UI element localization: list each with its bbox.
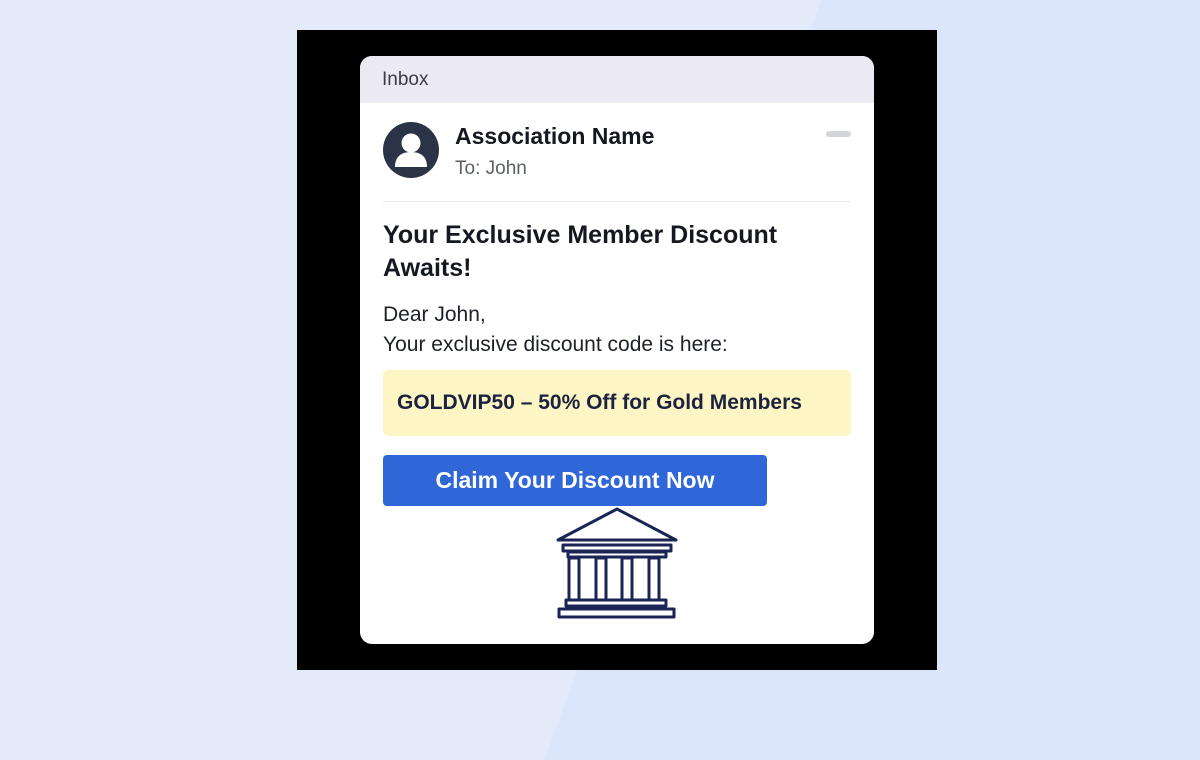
header-divider xyxy=(383,201,851,202)
sender-name: Association Name xyxy=(455,123,655,149)
bank-building-icon xyxy=(556,507,678,619)
recipient-line: To: John xyxy=(455,158,527,179)
inbox-title: Inbox xyxy=(382,68,429,90)
screenshot-frame: Inbox Association Name To: John Your Exc… xyxy=(297,30,937,670)
illustration-area xyxy=(383,506,851,636)
email-card: Inbox Association Name To: John Your Exc… xyxy=(360,56,874,644)
user-avatar-icon xyxy=(383,122,439,178)
intro-text: Your exclusive discount code is here: xyxy=(383,333,728,356)
discount-code-box: GOLDVIP50 – 50% Off for Gold Members xyxy=(383,370,851,436)
minus-icon[interactable] xyxy=(826,131,851,137)
discount-code-text: GOLDVIP50 – 50% Off for Gold Members xyxy=(397,391,802,414)
greeting-text: Dear John, xyxy=(383,303,486,326)
email-subject: Your Exclusive Member Discount Awaits! xyxy=(383,221,778,282)
inbox-header: Inbox xyxy=(360,56,874,103)
sender-row: Association Name To: John xyxy=(383,103,851,201)
claim-discount-button[interactable]: Claim Your Discount Now xyxy=(383,455,767,506)
email-body: Dear John, Your exclusive discount code … xyxy=(383,300,851,360)
email-content: Association Name To: John Your Exclusive… xyxy=(360,103,874,636)
